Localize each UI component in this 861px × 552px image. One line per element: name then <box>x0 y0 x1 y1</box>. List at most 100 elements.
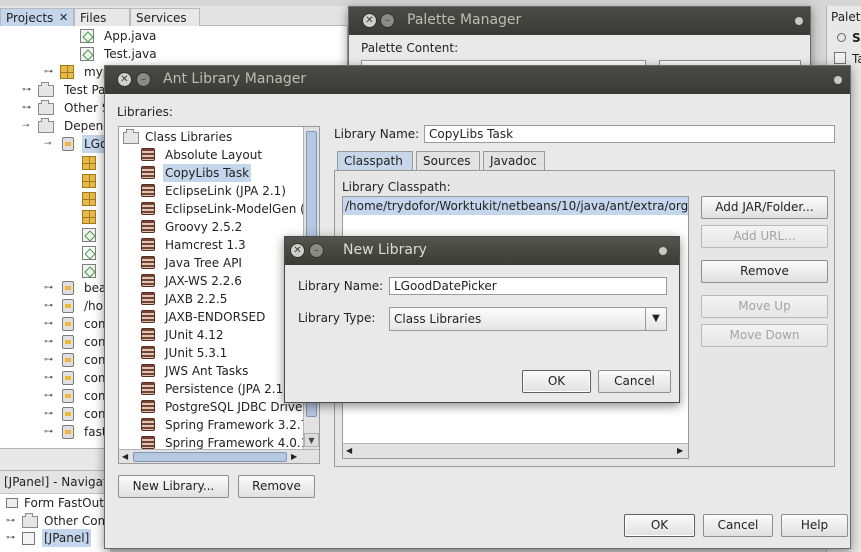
tab-services[interactable]: Services <box>130 8 200 26</box>
library-icon <box>141 202 155 215</box>
chevron-down-icon[interactable]: ▼ <box>645 308 666 330</box>
cancel-button[interactable]: Cancel <box>703 514 773 537</box>
new-library-button[interactable]: New Library... <box>118 475 229 498</box>
scroll-down-icon[interactable]: ▼ <box>304 433 319 447</box>
tab-files-label: Files <box>80 11 107 25</box>
tree-scrollbar[interactable] <box>0 448 110 470</box>
collapsed-icon[interactable]: ⊶ <box>22 81 31 99</box>
tree-item-label: bea <box>84 281 107 295</box>
library-label: JUnit 5.3.1 <box>165 346 228 360</box>
close-icon[interactable]: ✕ <box>290 243 305 258</box>
collapsed-icon[interactable]: ⊶ <box>6 512 15 530</box>
library-type-select[interactable]: Class Libraries ▼ <box>389 307 667 331</box>
window-menu-icon[interactable] <box>834 76 842 84</box>
collapsed-icon[interactable]: ⊶ <box>44 333 53 351</box>
list-item[interactable]: Groovy 2.5.2 <box>119 218 319 236</box>
tab-javadoc[interactable]: Javadoc <box>483 151 545 171</box>
tab-classpath[interactable]: Classpath <box>337 151 413 171</box>
library-icon <box>141 220 155 233</box>
navigator-header: [JPanel] - Navigato <box>0 470 115 494</box>
collapsed-icon[interactable]: ⊶ <box>44 405 53 423</box>
tab-close-icon[interactable]: ✕ <box>59 11 68 24</box>
palette-tab-label[interactable]: Palett <box>831 10 861 24</box>
classpath-entry[interactable]: /home/trydofor/Worktukit/netbeans/10/jav… <box>343 197 688 215</box>
cancel-button-label: Cancel <box>717 518 759 532</box>
tab-files[interactable]: Files <box>74 8 130 26</box>
library-label: JWS Ant Tasks <box>165 364 249 378</box>
cancel-button[interactable]: Cancel <box>598 370 671 393</box>
library-icon <box>141 310 155 323</box>
list-item[interactable]: Absolute Layout <box>119 146 319 164</box>
folder-icon <box>38 118 54 133</box>
collapsed-icon[interactable]: ⊶ <box>44 369 53 387</box>
new-library-dialog: ✕ – New Library Library Name: LGoodDateP… <box>284 236 680 403</box>
library-name-label: Library Name: <box>334 127 420 141</box>
libraries-horizontal-scrollbar[interactable]: ◀ ▶ <box>119 449 319 463</box>
close-icon[interactable]: ✕ <box>362 13 377 28</box>
new-library-titlebar: ✕ – New Library <box>285 237 679 265</box>
library-icon <box>141 238 155 251</box>
scrollbar-thumb[interactable] <box>133 452 287 462</box>
palette-manager-titlebar: ✕ – Palette Manager <box>349 7 810 35</box>
list-item-selected[interactable]: CopyLibs Task <box>119 164 319 182</box>
library-icon <box>141 382 155 395</box>
scroll-left-icon[interactable]: ◀ <box>346 444 352 458</box>
list-item[interactable]: Spring Framework 3.2.7 <box>119 416 319 434</box>
list-item[interactable]: EclipseLink-ModelGen (JP <box>119 200 319 218</box>
collapsed-icon[interactable]: ⊶ <box>6 529 15 547</box>
add-url-button[interactable]: Add URL... <box>701 225 828 248</box>
library-name-input[interactable]: LGoodDatePicker <box>389 277 667 295</box>
collapsed-icon[interactable]: ⊶ <box>44 63 53 81</box>
minimize-icon[interactable]: – <box>380 13 395 28</box>
move-up-button[interactable]: Move Up <box>701 295 828 318</box>
minimize-icon[interactable]: – <box>136 72 151 87</box>
close-icon[interactable]: ✕ <box>117 72 132 87</box>
category-label: Class Libraries <box>145 130 233 144</box>
minimize-icon[interactable]: – <box>309 243 324 258</box>
collapsed-icon[interactable]: ⊶ <box>44 297 53 315</box>
tree-item-label: Other S <box>64 101 110 115</box>
window-menu-icon[interactable] <box>795 17 803 25</box>
library-label: JAXB-ENDORSED <box>165 310 266 324</box>
scroll-left-icon[interactable]: ◀ <box>122 450 128 463</box>
tab-projects[interactable]: Projects ✕ <box>0 8 74 26</box>
collapsed-icon[interactable]: ⊶ <box>44 279 53 297</box>
move-down-button[interactable]: Move Down <box>701 324 828 347</box>
collapsed-icon[interactable]: ⊶ <box>44 387 53 405</box>
remove-entry-button[interactable]: Remove <box>701 260 828 283</box>
palette-partial-label-2: Ta <box>852 52 861 66</box>
form-icon <box>6 498 18 508</box>
library-category[interactable]: Class Libraries <box>119 128 319 146</box>
list-item[interactable]: EclipseLink (JPA 2.1) <box>119 182 319 200</box>
scroll-right-icon[interactable]: ▶ <box>291 450 297 463</box>
ok-button[interactable]: OK <box>624 514 695 537</box>
library-label: JAXB 2.2.5 <box>165 292 228 306</box>
expanded-icon[interactable]: ⊸ <box>44 135 52 153</box>
remove-entry-button-label: Remove <box>740 264 789 278</box>
scroll-right-icon[interactable]: ▶ <box>677 444 683 458</box>
collapsed-icon[interactable]: ⊶ <box>44 315 53 333</box>
classpath-horizontal-scrollbar[interactable]: ◀ ▶ <box>343 443 688 458</box>
help-button[interactable]: Help <box>781 514 848 537</box>
window-menu-icon[interactable] <box>659 247 667 255</box>
add-jar-folder-button[interactable]: Add JAR/Folder... <box>701 196 828 219</box>
collapsed-icon[interactable]: ⊶ <box>22 99 31 117</box>
library-label: Absolute Layout <box>165 148 263 162</box>
library-name-field[interactable]: CopyLibs Task <box>424 125 835 143</box>
ant-library-manager-title: Ant Library Manager <box>163 71 307 87</box>
library-name-label: Library Name: <box>298 279 384 293</box>
jar-icon <box>62 407 74 421</box>
ok-button[interactable]: OK <box>522 370 591 393</box>
collapsed-icon[interactable]: ⊶ <box>44 423 53 441</box>
expanded-icon[interactable]: ⊸ <box>22 117 30 135</box>
classpath-entry-label: /home/trydofor/Worktukit/netbeans/10/jav… <box>345 199 689 213</box>
tab-classpath-label: Classpath <box>344 154 403 168</box>
collapsed-icon[interactable]: ⊶ <box>44 351 53 369</box>
library-label: EclipseLink (JPA 2.1) <box>165 184 286 198</box>
ok-button-label: OK <box>547 374 566 388</box>
remove-library-button[interactable]: Remove <box>238 475 315 498</box>
palette-item-icon <box>834 52 846 64</box>
jar-icon <box>62 299 74 313</box>
tab-sources[interactable]: Sources <box>416 151 480 171</box>
library-icon <box>141 400 155 413</box>
